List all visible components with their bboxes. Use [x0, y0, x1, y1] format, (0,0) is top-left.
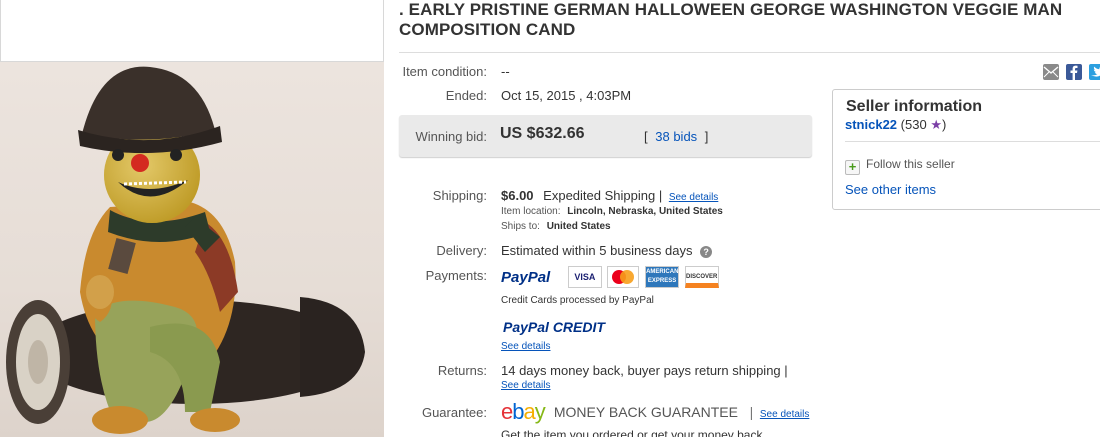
delivery-label: Delivery:	[436, 243, 487, 258]
seller-username-link[interactable]: stnick22	[845, 117, 897, 132]
paypal-credit-logo: PayPal CREDIT	[503, 319, 605, 335]
guarantee-separator: |	[749, 404, 754, 420]
listing-title: . EARLY PRISTINE GERMAN HALLOWEEN GEORGE…	[399, 0, 1099, 40]
seller-information-panel: Seller information stnick22 (530 ★) + Fol…	[832, 89, 1100, 210]
shipping-method: Expedited Shipping |	[543, 188, 663, 203]
returns-label: Returns:	[437, 363, 487, 378]
winning-bid-panel: Winning bid: US $632.66 [ 38 bids ]	[399, 115, 812, 157]
star-icon: ★	[930, 117, 942, 132]
email-icon[interactable]	[1043, 64, 1059, 80]
payment-methods: PayPal VISA AMERICAN EXPRESS DISCOVER	[501, 266, 721, 288]
follow-seller-button[interactable]: + Follow this seller	[845, 157, 955, 175]
bid-count: [ 38 bids ]	[644, 129, 708, 144]
condition-label: Item condition:	[402, 64, 487, 79]
shipping-summary: $6.00 Expedited Shipping | See details	[501, 188, 718, 203]
item-location-label: Item location:	[501, 206, 561, 217]
guarantee-text: MONEY BACK GUARANTEE	[553, 404, 738, 420]
paypal-logo: PayPal	[501, 268, 551, 286]
ended-value: Oct 15, 2015 , 4:03PM	[501, 88, 632, 103]
guarantee-label: Guarantee:	[421, 405, 487, 420]
winning-bid-label: Winning bid:	[415, 129, 487, 144]
ships-to-label: Ships to:	[501, 221, 540, 232]
returns-details-link[interactable]: See details	[501, 380, 550, 391]
returns-value: 14 days money back, buyer pays return sh…	[501, 363, 788, 378]
ebay-money-back-guarantee: ebay MONEY BACK GUARANTEE | See details	[501, 399, 809, 425]
ebay-logo-b: b	[512, 399, 524, 424]
amex-card-icon: AMERICAN EXPRESS	[645, 266, 680, 288]
ships-to: Ships to: United States	[501, 221, 611, 232]
winning-bid-price: US $632.66	[500, 125, 585, 142]
ebay-logo-e: e	[501, 399, 513, 424]
seller-feedback-close: )	[941, 117, 947, 132]
listing-title-line2: COMPOSITION CAND	[399, 20, 576, 39]
veggie-man-figurine-image	[6, 66, 365, 434]
help-icon[interactable]: ?	[700, 246, 713, 258]
twitter-icon[interactable]	[1089, 64, 1100, 80]
seller-info-title: Seller information	[846, 98, 983, 115]
condition-value: --	[501, 64, 510, 79]
ended-label: Ended:	[445, 88, 487, 103]
ebay-logo-y: y	[534, 399, 546, 424]
see-other-items-link[interactable]: See other items	[845, 182, 936, 197]
seller-summary: stnick22 (530 ★)	[845, 117, 946, 133]
credit-card-note: Credit Cards processed by PayPal	[501, 295, 654, 306]
discover-card-icon: DISCOVER	[684, 266, 719, 288]
paypal-credit-details-link[interactable]: See details	[501, 341, 550, 352]
guarantee-details-link[interactable]: See details	[760, 409, 809, 420]
seller-feedback-score[interactable]: (530	[901, 117, 927, 132]
gallery-top-panel	[0, 0, 384, 62]
delivery-estimate: Estimated within 5 business days ?	[501, 243, 713, 258]
ebay-logo: ebay	[501, 399, 550, 424]
item-location-value: Lincoln, Nebraska, United States	[567, 206, 723, 217]
ebay-logo-a: a	[523, 399, 536, 424]
listing-title-line1: . EARLY PRISTINE GERMAN HALLOWEEN GEORGE…	[399, 0, 1063, 19]
plus-icon: +	[845, 160, 860, 175]
bid-count-open: [	[644, 129, 648, 144]
payments-label: Payments:	[425, 268, 487, 283]
item-location: Item location: Lincoln, Nebraska, United…	[501, 206, 723, 217]
shipping-label: Shipping:	[432, 188, 487, 203]
item-photo[interactable]	[0, 62, 384, 437]
shipping-price: $6.00	[501, 188, 534, 203]
mastercard-card-icon	[607, 266, 640, 288]
seller-divider	[845, 141, 1100, 142]
bid-count-close: ]	[704, 129, 709, 144]
bid-history-link[interactable]: 38 bids	[655, 129, 697, 144]
visa-card-icon: VISA	[567, 266, 602, 288]
guarantee-note: Get the item you ordered or get your mon…	[501, 428, 763, 437]
follow-seller-label: Follow this seller	[866, 157, 955, 171]
delivery-value: Estimated within 5 business days	[501, 243, 693, 258]
shipping-details-link[interactable]: See details	[669, 192, 718, 203]
title-divider	[399, 52, 1100, 53]
facebook-icon[interactable]	[1066, 64, 1082, 80]
ships-to-value: United States	[546, 221, 611, 232]
